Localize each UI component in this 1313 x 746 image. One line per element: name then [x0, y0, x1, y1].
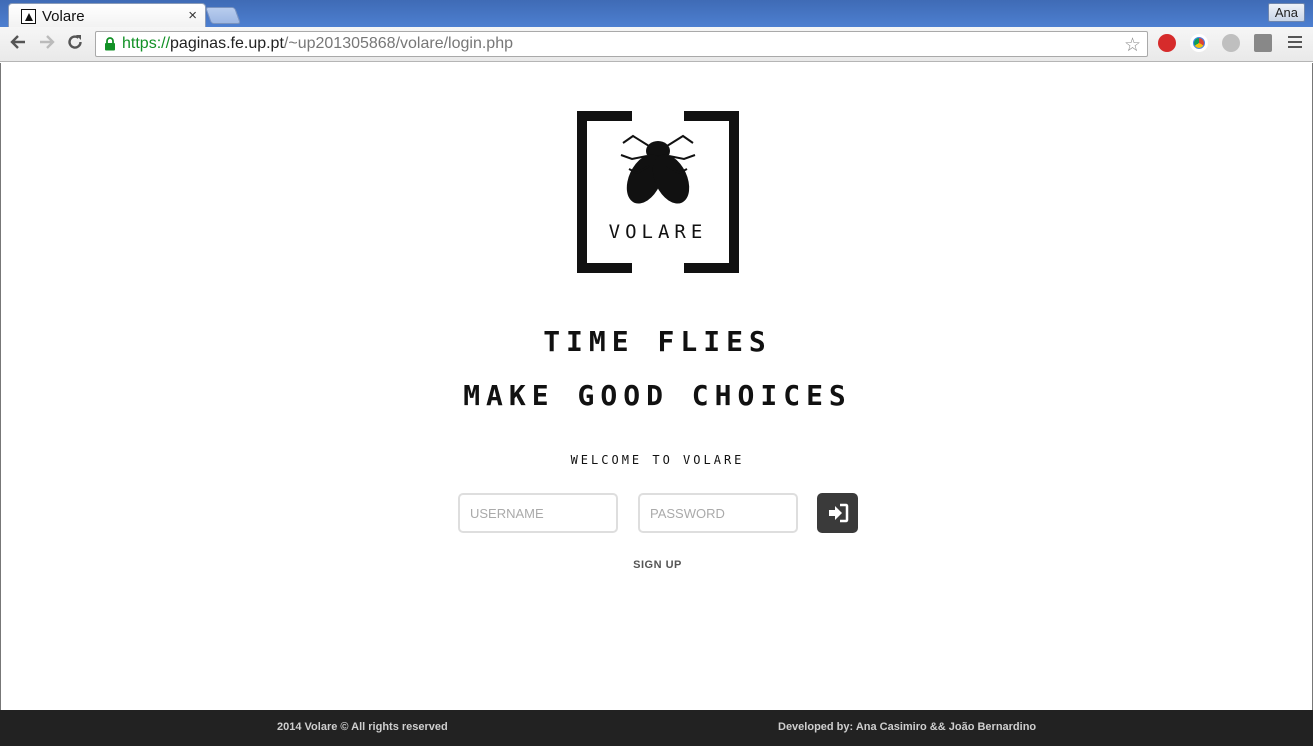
- password-input[interactable]: [638, 493, 798, 533]
- forward-arrow-icon[interactable]: [38, 33, 56, 55]
- logo-brackets-fly-icon: [577, 111, 739, 273]
- chrome-extension-icon[interactable]: [1190, 34, 1208, 52]
- profile-button[interactable]: Ana: [1267, 3, 1305, 22]
- footer: 2014 Volare © All rights reserved Develo…: [0, 710, 1313, 746]
- lock-icon: [105, 37, 115, 51]
- sign-up-link[interactable]: SIGN UP: [1, 559, 1313, 571]
- download-extension-icon[interactable]: [1222, 34, 1240, 52]
- username-input[interactable]: [458, 493, 618, 533]
- url-path: /~up201305868/volare/login.php: [283, 35, 513, 52]
- volare-favicon-icon: [21, 9, 36, 24]
- reload-icon[interactable]: [66, 33, 84, 55]
- welcome-text: WELCOME TO VOLARE: [570, 453, 745, 467]
- back-arrow-icon[interactable]: [9, 33, 27, 55]
- footer-credits: Developed by: Ana Casimiro && João Berna…: [778, 721, 1037, 733]
- address-bar[interactable]: https://paginas.fe.up.pt/~up201305868/vo…: [95, 31, 1148, 57]
- menu-hamburger-icon[interactable]: [1288, 36, 1302, 51]
- browser-tabbar: Volare × Ana: [0, 0, 1313, 27]
- url-text: https://paginas.fe.up.pt/~up201305868/vo…: [122, 35, 513, 53]
- logo-text: VOLARE: [608, 221, 708, 243]
- tab-title: Volare: [42, 8, 85, 25]
- hero-line-2: MAKE GOOD CHOICES: [463, 379, 852, 412]
- browser-toolbar: https://paginas.fe.up.pt/~up201305868/vo…: [0, 27, 1313, 62]
- hero-line-1: TIME FLIES: [543, 325, 772, 358]
- extension-icon[interactable]: [1254, 34, 1272, 52]
- footer-copyright: 2014 Volare © All rights reserved: [277, 721, 448, 733]
- sign-in-icon: [828, 503, 848, 523]
- bookmark-star-icon[interactable]: ☆: [1124, 34, 1141, 57]
- volare-logo: VOLARE: [577, 111, 739, 273]
- adblock-extension-icon[interactable]: [1158, 34, 1176, 52]
- browser-tab-volare[interactable]: Volare ×: [8, 3, 206, 27]
- page-content: VOLARE TIME FLIES MAKE GOOD CHOICES WELC…: [0, 63, 1313, 710]
- login-button[interactable]: [817, 493, 858, 533]
- url-host: paginas.fe.up.pt: [170, 35, 284, 52]
- tab-close-icon[interactable]: ×: [188, 7, 197, 24]
- new-tab-button[interactable]: [204, 7, 242, 24]
- url-scheme: https://: [122, 35, 171, 52]
